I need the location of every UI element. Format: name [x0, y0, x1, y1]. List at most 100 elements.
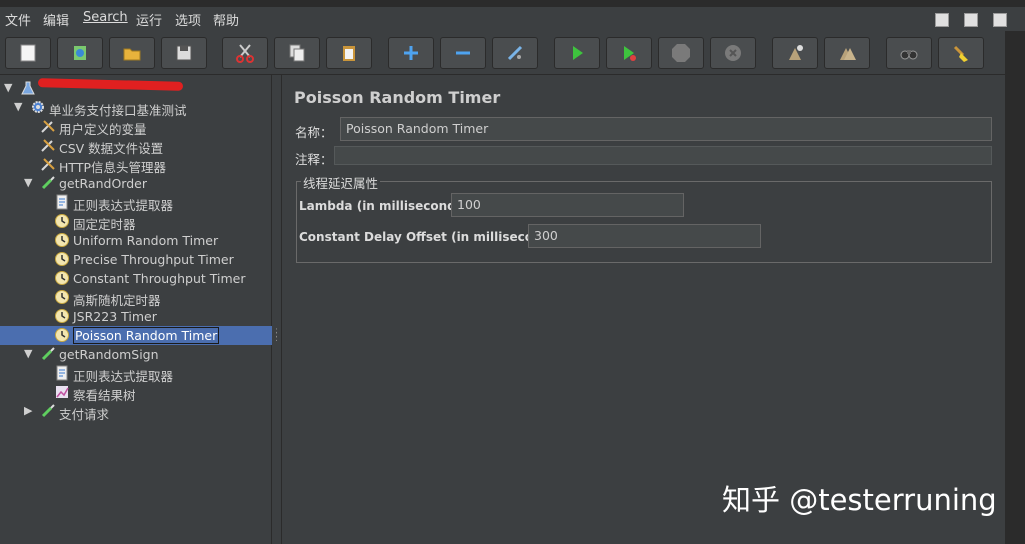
maximize-icon[interactable]	[964, 13, 978, 27]
save-icon	[176, 45, 192, 61]
thread-delay-properties-group: 线程延迟属性 Lambda (in milliseconds): 100 Con…	[296, 173, 992, 263]
splitter[interactable]: :::	[272, 75, 282, 544]
document-icon	[56, 365, 68, 381]
collapsed-arrow-icon[interactable]: ▶	[24, 404, 32, 417]
menu-run[interactable]: 运行	[136, 10, 162, 29]
pipette-icon	[41, 176, 55, 190]
splitter-grip-icon: :::	[275, 326, 279, 344]
stop-button[interactable]	[658, 37, 704, 69]
expanded-arrow-icon[interactable]: ▼	[14, 100, 22, 113]
tree-node[interactable]: 高斯随机定时器	[0, 288, 272, 308]
tree-node[interactable]: HTTP信息头管理器	[0, 155, 272, 175]
comment-field[interactable]	[334, 146, 992, 165]
lambda-label: Lambda (in milliseconds):	[299, 199, 474, 213]
toggle-button[interactable]	[492, 37, 538, 69]
timer-config-panel: Poisson Random Timer 名称： Poisson Random …	[283, 75, 1005, 544]
save-button[interactable]	[161, 37, 207, 69]
tree-node[interactable]: 固定定时器	[0, 212, 272, 232]
search-icon	[900, 50, 918, 60]
start-no-pause-button[interactable]	[606, 37, 652, 69]
lambda-field[interactable]: 100	[451, 193, 684, 217]
paste-button[interactable]	[326, 37, 372, 69]
menu-file[interactable]: 文件	[5, 10, 31, 29]
tree-node[interactable]: 正则表达式提取器	[0, 364, 272, 384]
tree-node-label: getRandOrder	[59, 176, 147, 191]
copy-icon	[289, 44, 305, 62]
clear-button[interactable]	[772, 37, 818, 69]
tree-node[interactable]: ▶ 支付请求	[0, 402, 272, 422]
start-no-pause-icon	[624, 46, 636, 61]
templates-button[interactable]	[57, 37, 103, 69]
collapse-icon	[456, 51, 470, 55]
tree-node[interactable]: JSR223 Timer	[0, 307, 272, 326]
expanded-arrow-icon[interactable]: ▼	[24, 347, 32, 360]
clock-icon	[55, 328, 69, 342]
clock-icon	[55, 290, 69, 304]
tree-node[interactable]: Poisson Random Timer	[0, 326, 272, 345]
new-icon	[20, 44, 36, 62]
tree-node-label: getRandomSign	[59, 347, 159, 362]
comment-label: 注释：	[295, 152, 333, 167]
clock-icon	[55, 214, 69, 228]
tree-node[interactable]: 用户定义的变量	[0, 117, 272, 137]
tree-node[interactable]: Uniform Random Timer	[0, 231, 272, 250]
close-icon[interactable]	[993, 13, 1007, 27]
cut-icon	[236, 44, 254, 63]
tree-node-label: 支付请求	[59, 407, 110, 422]
open-button[interactable]	[109, 37, 155, 69]
tree-node[interactable]: ▼ getRandOrder	[0, 174, 272, 193]
templates-icon	[74, 46, 86, 60]
expanded-arrow-icon[interactable]: ▼	[24, 176, 32, 189]
shutdown-icon	[725, 45, 741, 61]
tree-node[interactable]: CSV 数据文件设置	[0, 136, 272, 156]
tree-node[interactable]: 察看结果树	[0, 383, 272, 403]
right-edge	[1005, 31, 1025, 544]
group-title: 线程延迟属性	[301, 173, 381, 192]
reset-search-button[interactable]	[938, 37, 984, 69]
document-icon	[56, 194, 68, 210]
name-label: 名称：	[295, 125, 333, 140]
menu-search[interactable]: Search	[83, 10, 128, 25]
stop-icon	[672, 44, 690, 62]
tree-node-label: JSR223 Timer	[73, 309, 157, 324]
tree-node[interactable]: ▼ getRandomSign	[0, 345, 272, 364]
search-button[interactable]	[886, 37, 932, 69]
clock-icon	[55, 252, 69, 266]
clock-icon	[55, 271, 69, 285]
cut-button[interactable]	[222, 37, 268, 69]
tree-node[interactable]: ▼ 单业务支付接口基准测试	[0, 98, 272, 118]
test-plan-tree: ▼ ▼ 单业务支付接口基准测试 用户定义的变量 CSV 数据文件设置 HTTP信息头管理器…	[0, 75, 272, 544]
collapse-button[interactable]	[440, 37, 486, 69]
tree-node[interactable]: Precise Throughput Timer	[0, 250, 272, 269]
expanded-arrow-icon[interactable]: ▼	[4, 81, 12, 94]
clear-all-button[interactable]	[824, 37, 870, 69]
panel-title: Poisson Random Timer	[294, 88, 501, 107]
offset-field[interactable]: 300	[528, 224, 761, 248]
menu-help[interactable]: 帮助	[213, 10, 239, 29]
tree-node-label: Uniform Random Timer	[73, 233, 219, 248]
flask-icon	[21, 81, 35, 95]
clear-all-icon	[840, 48, 856, 60]
menu-options[interactable]: 选项	[175, 10, 201, 29]
tree-node[interactable]: 正则表达式提取器	[0, 193, 272, 213]
tree-node-label: Poisson Random Timer	[73, 327, 220, 344]
new-button[interactable]	[5, 37, 51, 69]
start-icon	[573, 46, 583, 60]
tree-node-label: Constant Throughput Timer	[73, 271, 246, 286]
start-button[interactable]	[554, 37, 600, 69]
expand-button[interactable]	[388, 37, 434, 69]
wrench-icon	[41, 139, 55, 152]
shutdown-button[interactable]	[710, 37, 756, 69]
name-field[interactable]: Poisson Random Timer	[340, 117, 992, 141]
tree-node[interactable]: Constant Throughput Timer	[0, 269, 272, 288]
clock-icon	[55, 233, 69, 247]
reset-search-icon	[953, 45, 968, 62]
menu-bar: 文件 编辑 Search 运行 选项 帮助	[0, 7, 1025, 29]
copy-button[interactable]	[274, 37, 320, 69]
watermark: 知乎 @testerruning	[722, 483, 997, 517]
toggle-icon	[507, 45, 523, 61]
pipette-icon	[41, 347, 55, 361]
expand-icon	[404, 46, 418, 60]
menu-edit[interactable]: 编辑	[43, 10, 69, 29]
minimize-icon[interactable]	[935, 13, 949, 27]
